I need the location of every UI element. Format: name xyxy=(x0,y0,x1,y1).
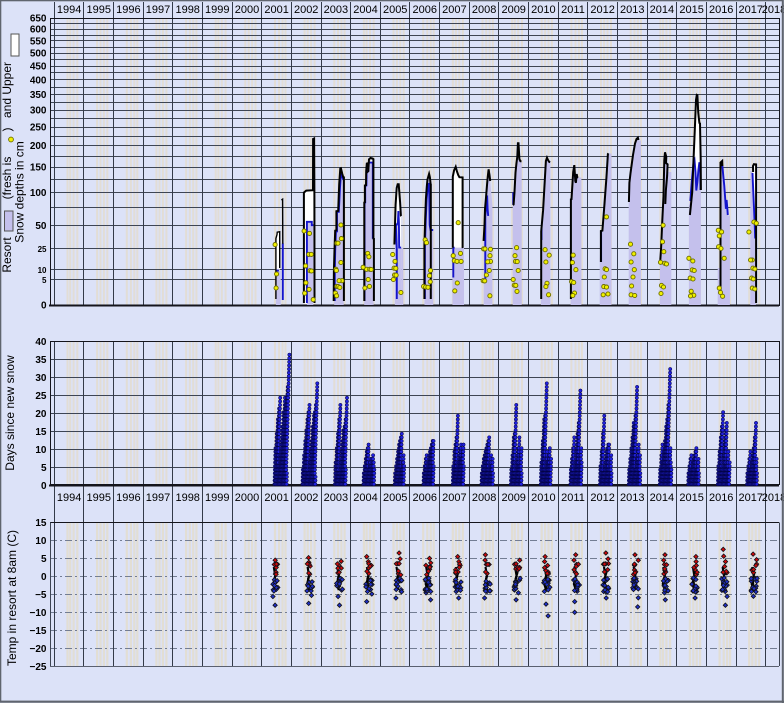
svg-text:1998: 1998 xyxy=(175,4,199,16)
svg-text:0: 0 xyxy=(41,481,47,492)
svg-text:1998: 1998 xyxy=(175,492,199,504)
svg-text:1994: 1994 xyxy=(57,492,81,504)
svg-text:550: 550 xyxy=(30,36,47,47)
svg-text:2006: 2006 xyxy=(413,492,437,504)
svg-text:0: 0 xyxy=(41,300,47,311)
svg-text:5: 5 xyxy=(41,554,47,565)
svg-text:and Upper: and Upper xyxy=(0,62,14,118)
svg-text:650: 650 xyxy=(30,13,47,24)
svg-text:1997: 1997 xyxy=(146,492,170,504)
svg-text:Snow depths in cm: Snow depths in cm xyxy=(13,141,27,242)
svg-text:2008: 2008 xyxy=(472,4,496,16)
svg-text:25: 25 xyxy=(35,391,47,402)
svg-text:100: 100 xyxy=(30,188,47,199)
svg-text:1995: 1995 xyxy=(87,492,111,504)
svg-text:2008: 2008 xyxy=(472,492,496,504)
svg-text:2012: 2012 xyxy=(590,492,614,504)
svg-text:2018: 2018 xyxy=(762,4,784,16)
svg-text:5: 5 xyxy=(42,276,47,285)
svg-text:2011: 2011 xyxy=(561,492,585,504)
svg-text:1995: 1995 xyxy=(87,4,111,16)
svg-text:2004: 2004 xyxy=(353,492,377,504)
svg-text:30: 30 xyxy=(35,373,47,384)
svg-text:Temp in resort at 8am (C): Temp in resort at 8am (C) xyxy=(5,530,19,666)
svg-text:): ) xyxy=(0,128,14,132)
svg-text:400: 400 xyxy=(30,75,47,86)
svg-text:2015: 2015 xyxy=(679,492,703,504)
svg-text:2016: 2016 xyxy=(709,4,733,16)
svg-text:2005: 2005 xyxy=(383,492,407,504)
svg-text:15: 15 xyxy=(35,427,47,438)
svg-text:600: 600 xyxy=(30,25,47,36)
svg-text:2005: 2005 xyxy=(383,4,407,16)
svg-text:2009: 2009 xyxy=(501,4,525,16)
svg-text:35: 35 xyxy=(35,355,47,366)
svg-text:2015: 2015 xyxy=(679,4,703,16)
svg-text:0: 0 xyxy=(41,572,47,583)
svg-text:2006: 2006 xyxy=(413,4,437,16)
svg-text:2004: 2004 xyxy=(353,4,377,16)
svg-text:2010: 2010 xyxy=(531,492,555,504)
svg-text:2002: 2002 xyxy=(294,4,318,16)
svg-text:1994: 1994 xyxy=(57,4,81,16)
svg-text:−10: −10 xyxy=(30,608,47,619)
svg-text:2016: 2016 xyxy=(709,492,733,504)
svg-text:15: 15 xyxy=(35,518,47,529)
svg-text:2002: 2002 xyxy=(294,492,318,504)
svg-text:2010: 2010 xyxy=(531,4,555,16)
svg-text:50: 50 xyxy=(35,221,47,232)
svg-text:2017: 2017 xyxy=(739,492,763,504)
svg-text:2014: 2014 xyxy=(650,492,674,504)
svg-text:1999: 1999 xyxy=(205,4,229,16)
svg-text:−25: −25 xyxy=(30,662,47,673)
svg-text:10: 10 xyxy=(38,266,47,275)
svg-text:10: 10 xyxy=(35,445,47,456)
svg-text:1996: 1996 xyxy=(116,4,140,16)
svg-text:2012: 2012 xyxy=(590,4,614,16)
svg-text:2000: 2000 xyxy=(235,492,259,504)
svg-text:5: 5 xyxy=(41,463,47,474)
svg-text:−15: −15 xyxy=(30,626,47,637)
svg-text:1997: 1997 xyxy=(146,4,170,16)
svg-text:2001: 2001 xyxy=(264,4,288,16)
svg-text:2003: 2003 xyxy=(324,492,348,504)
svg-text:10: 10 xyxy=(35,536,47,547)
svg-text:−20: −20 xyxy=(30,644,47,655)
svg-text:−5: −5 xyxy=(35,590,47,601)
svg-text:200: 200 xyxy=(30,141,47,152)
svg-text:2013: 2013 xyxy=(620,492,644,504)
svg-text:500: 500 xyxy=(30,49,47,60)
svg-text:150: 150 xyxy=(30,163,47,174)
svg-text:2000: 2000 xyxy=(235,4,259,16)
svg-text:2001: 2001 xyxy=(264,492,288,504)
svg-text:2003: 2003 xyxy=(324,4,348,16)
svg-text:1996: 1996 xyxy=(116,492,140,504)
svg-text:2014: 2014 xyxy=(650,4,674,16)
svg-text:350: 350 xyxy=(30,90,47,101)
svg-text:2018: 2018 xyxy=(762,492,784,504)
svg-text:250: 250 xyxy=(30,122,47,133)
svg-text:20: 20 xyxy=(35,409,47,420)
svg-text:2013: 2013 xyxy=(620,4,644,16)
svg-text:450: 450 xyxy=(30,62,47,73)
svg-text:2011: 2011 xyxy=(561,4,585,16)
svg-text:25: 25 xyxy=(38,245,47,254)
svg-text:40: 40 xyxy=(35,337,47,348)
svg-text:1999: 1999 xyxy=(205,492,229,504)
svg-text:2009: 2009 xyxy=(501,492,525,504)
svg-text:Days since new snow: Days since new snow xyxy=(3,355,17,471)
svg-text:300: 300 xyxy=(30,105,47,116)
svg-text:2017: 2017 xyxy=(739,4,763,16)
svg-text:2007: 2007 xyxy=(442,492,466,504)
svg-text:2007: 2007 xyxy=(442,4,466,16)
